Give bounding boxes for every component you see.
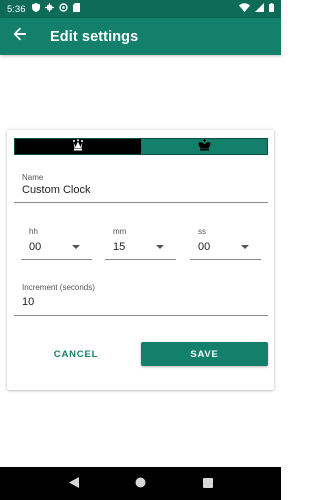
nav-recents-icon <box>202 475 213 493</box>
sync-icon <box>58 3 68 15</box>
dropdown-arrow-icon <box>72 245 80 249</box>
signal-icon <box>255 3 264 15</box>
increment-input[interactable]: 10 <box>22 296 34 308</box>
nav-home-button[interactable] <box>131 474 151 494</box>
name-field[interactable]: Name Custom Clock <box>14 166 268 203</box>
minutes-label: mm <box>113 227 127 236</box>
seconds-underline <box>190 259 261 260</box>
minutes-underline <box>105 259 176 260</box>
cancel-button[interactable]: CANCEL <box>43 342 109 366</box>
status-bar: 5:36 <box>0 0 281 18</box>
status-time: 5:36 <box>7 3 26 15</box>
arrow-back-icon <box>13 27 27 46</box>
name-label: Name <box>22 173 44 182</box>
app-bar: Edit settings <box>0 18 281 55</box>
black-king-icon <box>198 138 211 156</box>
nav-back-button[interactable] <box>64 474 84 494</box>
seconds-label: ss <box>198 227 206 236</box>
black-side-tab[interactable] <box>141 138 267 156</box>
page-title: Edit settings <box>50 28 139 45</box>
hours-label: hh <box>29 227 38 236</box>
wifi-icon <box>239 3 250 15</box>
battery-icon <box>269 3 274 15</box>
name-underline <box>14 202 268 203</box>
white-side-tab[interactable] <box>15 138 141 156</box>
increment-field[interactable]: Increment (seconds) 10 <box>14 278 268 316</box>
seconds-select[interactable]: ss 00 <box>190 220 261 260</box>
shield-icon <box>31 3 40 15</box>
name-input[interactable]: Custom Clock <box>22 184 90 196</box>
hours-select[interactable]: hh 00 <box>21 220 92 260</box>
white-queen-icon <box>72 138 84 156</box>
settings-card: Name Custom Clock hh 00 mm 15 ss 00 Incr… <box>7 130 274 390</box>
navigation-bar <box>0 467 281 500</box>
dropdown-arrow-icon <box>241 245 249 249</box>
seconds-value: 00 <box>198 241 211 253</box>
save-button[interactable]: SAVE <box>141 342 268 366</box>
increment-label: Increment (seconds) <box>22 283 95 292</box>
nav-home-icon <box>135 475 146 493</box>
minutes-select[interactable]: mm 15 <box>105 220 176 260</box>
gear-icon <box>44 3 54 15</box>
dropdown-arrow-icon <box>156 245 164 249</box>
minutes-value: 15 <box>113 241 126 253</box>
increment-underline <box>14 315 268 316</box>
nav-recents-button[interactable] <box>198 474 218 494</box>
side-toggle <box>14 138 268 155</box>
hours-value: 00 <box>29 241 42 253</box>
nav-back-icon <box>68 475 79 493</box>
sd-card-icon <box>72 3 80 15</box>
hours-underline <box>21 259 92 260</box>
back-button[interactable] <box>2 18 38 55</box>
